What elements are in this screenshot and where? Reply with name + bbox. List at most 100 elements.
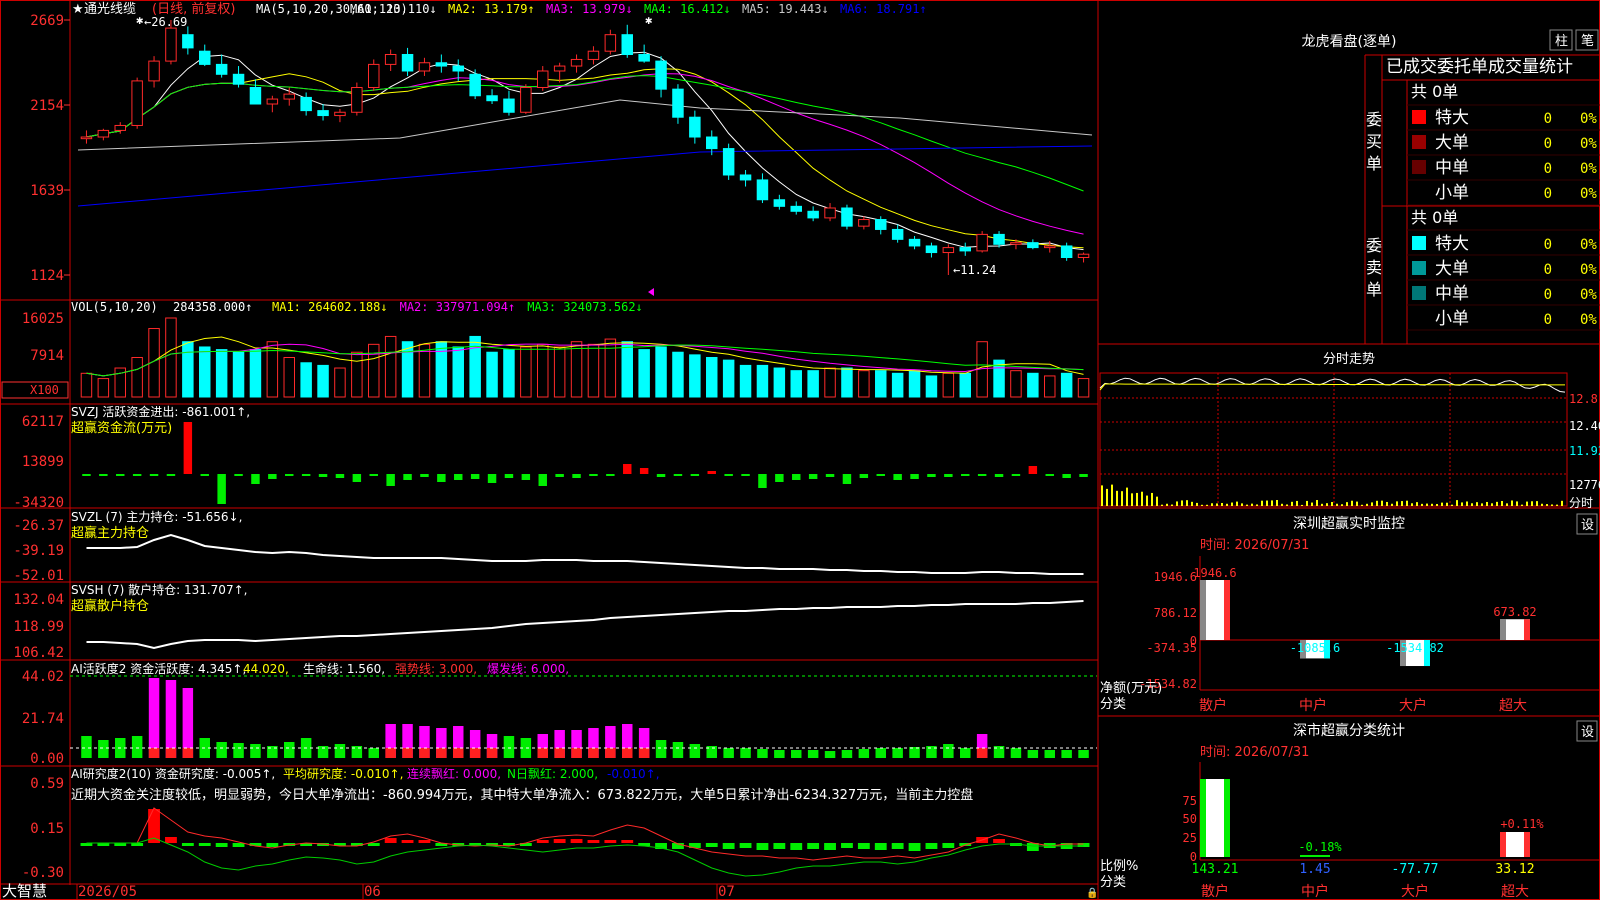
intraday-vol-bar	[1291, 502, 1293, 506]
title-part: 44.020,	[243, 662, 289, 676]
btn-zhu[interactable]: 柱	[1555, 34, 1568, 49]
vol-bars	[81, 318, 1089, 397]
vol-bar	[419, 344, 429, 397]
candle-body	[994, 234, 1004, 244]
svzj-title: SVZJ 活跃资金进出: -861.001↑,	[71, 404, 250, 419]
intraday-vol-bar	[1521, 505, 1523, 506]
research-bar	[621, 840, 633, 843]
candle-body	[876, 220, 886, 230]
svzj-bar	[454, 474, 462, 480]
svsh-y-tick: 132.04	[13, 592, 64, 608]
vol-bar	[318, 365, 328, 397]
sz-class-top-label: +0.11%	[1500, 817, 1544, 831]
intraday-vol-bar	[1376, 501, 1378, 506]
vol-bar	[352, 352, 362, 397]
vol-bar	[859, 371, 869, 397]
ai2-y-tick: 44.02	[22, 669, 64, 685]
candle-body	[233, 74, 243, 84]
longhu-sell-swatch	[1412, 261, 1426, 275]
ai2-bar	[166, 680, 176, 758]
svzj-bar	[217, 474, 225, 504]
candle-body	[318, 111, 328, 116]
vol-bar	[301, 363, 311, 397]
research-bar	[875, 843, 887, 850]
longhu-buy-row-label: 特大	[1435, 108, 1469, 128]
intraday-vol-bar	[1316, 500, 1318, 506]
longhu-sell-row-count: 0	[1544, 312, 1552, 328]
title-part: -0.010↑,	[607, 767, 660, 781]
vol-bar	[842, 368, 852, 397]
candle-body	[200, 51, 210, 64]
longhu-sell-total: 共 0单	[1411, 208, 1458, 227]
vol-title: VOL(5,10,20)	[71, 300, 158, 314]
intraday-vol-bar	[1426, 504, 1428, 506]
intraday-vol-bar	[1371, 502, 1373, 506]
ai2-bar-base	[538, 748, 548, 758]
title-part: 生命线: 1.560,	[303, 661, 385, 676]
research-bar	[554, 839, 566, 843]
sz-class-settings[interactable]: 设	[1581, 725, 1594, 740]
longhu-buy-swatch	[1412, 160, 1426, 174]
candle-body	[1045, 246, 1055, 248]
vol-bar	[825, 368, 835, 397]
candle-body	[419, 63, 429, 71]
intraday-vol-bar	[1176, 501, 1178, 506]
research-bar	[723, 843, 735, 849]
svzj-bar	[167, 474, 175, 476]
candle-body	[267, 99, 277, 104]
intraday-vol-bar	[1231, 503, 1233, 506]
svzj-bar	[843, 474, 851, 484]
intraday-vol-bar	[1271, 500, 1273, 506]
candle-body	[622, 35, 632, 55]
research-bar	[588, 840, 600, 843]
vol-bar	[707, 358, 717, 398]
ma-label: MA4: 16.412↓	[644, 2, 731, 16]
price-y-axis: 2669215416391124	[30, 13, 70, 284]
candle-body	[453, 66, 463, 71]
longhu-buy-side-label: 委	[1366, 110, 1382, 129]
vol-bar	[385, 336, 395, 397]
longhu-buy-row-label: 大单	[1435, 133, 1469, 153]
sz-monitor-settings[interactable]: 设	[1581, 518, 1594, 533]
ai2-bar-base	[402, 748, 412, 758]
candle-body	[808, 211, 818, 218]
sz-monitor-bar-edge	[1524, 619, 1530, 640]
research-bar	[993, 839, 1005, 843]
sz-monitor-bar-shade	[1500, 619, 1506, 640]
vol-bar	[876, 371, 886, 397]
lock-icon[interactable]: 🔒	[1086, 887, 1098, 899]
ma-line-ma2	[87, 69, 1084, 248]
svzl-y-axis: -26.37 -39.19 -52.01	[13, 518, 64, 584]
candle-body	[554, 66, 564, 71]
longhu-sell-side-label: 单	[1366, 280, 1382, 299]
research-bar	[790, 843, 802, 850]
title-part: 爆发线: 6.000,	[487, 661, 569, 676]
longhu-sell-side-label: 委	[1366, 236, 1382, 255]
intraday-vol-bar	[1356, 502, 1358, 506]
sz-monitor-category: 中户	[1299, 697, 1327, 714]
svzj-bar	[944, 474, 952, 477]
svzj-bar	[775, 474, 783, 482]
intraday-vol-bar	[1221, 503, 1223, 506]
ma-line-ma3	[87, 74, 1084, 235]
intraday-vol-bar	[1171, 505, 1173, 506]
intraday-vol-bar	[1441, 503, 1443, 506]
longhu-sell-row-count: 0	[1544, 262, 1552, 278]
intraday-vol-bar	[1526, 502, 1528, 506]
svzl-y-tick: -26.37	[13, 518, 64, 534]
intraday-vol-bar	[1436, 504, 1438, 506]
intraday-vol-bar	[1151, 493, 1153, 506]
ma-lines	[78, 52, 1092, 249]
intraday-vol-bar	[1281, 504, 1283, 506]
svsh-line	[87, 601, 1084, 648]
svzj-y-tick: 13899	[22, 454, 64, 470]
ai2-bar-base	[453, 748, 463, 758]
ma-label: MA5: 19.443↓	[742, 2, 829, 16]
intraday-vol-bar	[1296, 501, 1298, 506]
intraday-vol-bar	[1496, 502, 1498, 506]
longhu-buy-row-pct: 0%	[1580, 161, 1597, 177]
candle-body	[909, 239, 919, 246]
btn-bi[interactable]: 笔	[1581, 33, 1594, 49]
stock-name[interactable]: 通光线缆	[84, 1, 136, 17]
svzj-bar	[826, 474, 834, 477]
